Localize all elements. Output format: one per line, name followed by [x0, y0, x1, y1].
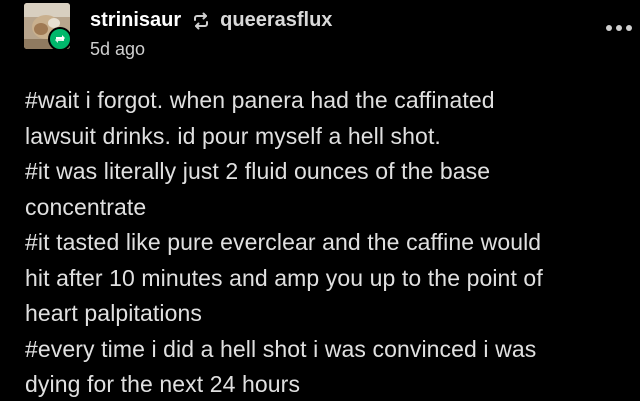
post-tags: #wait i forgot. when panera had the caff… — [25, 83, 625, 401]
tag-line: #every time i did a hell shot i was conv… — [25, 335, 537, 362]
tag[interactable]: #every time i did a hell shot i was conv… — [25, 332, 625, 401]
reblogger-username[interactable]: strinisaur — [90, 9, 181, 32]
dot-icon — [606, 25, 612, 31]
tag[interactable]: #it tasted like pure everclear and the c… — [25, 225, 625, 332]
post-timestamp[interactable]: 5d ago — [90, 39, 145, 60]
reblog-icon — [191, 11, 211, 31]
tag[interactable]: #wait i forgot. when panera had the caff… — [25, 83, 625, 154]
tag-line: dying for the next 24 hours — [25, 371, 301, 397]
reblog-badge-icon — [48, 27, 72, 51]
tag-line: concentrate — [25, 193, 147, 220]
post-header: strinisaur queerasflux 5d ago — [22, 3, 632, 63]
tag-line: #it tasted like pure everclear and the c… — [25, 229, 542, 255]
tag[interactable]: #it was literally just 2 fluid ounces of… — [25, 154, 625, 225]
dot-icon — [626, 25, 632, 31]
tag-line: heart palpitations — [25, 300, 202, 326]
post-attribution: strinisaur queerasflux — [90, 9, 332, 32]
tag-line: hit after 10 minutes and amp you up to t… — [25, 264, 543, 291]
avatar[interactable] — [24, 3, 72, 51]
dot-icon — [616, 25, 622, 31]
tag-line: #it was literally just 2 fluid ounces of… — [25, 158, 491, 184]
tag-line: lawsuit drinks. id pour myself a hell sh… — [25, 122, 441, 149]
source-username[interactable]: queerasflux — [220, 9, 332, 32]
more-options-button[interactable] — [601, 18, 637, 38]
tag-line: #wait i forgot. when panera had the caff… — [25, 87, 495, 113]
